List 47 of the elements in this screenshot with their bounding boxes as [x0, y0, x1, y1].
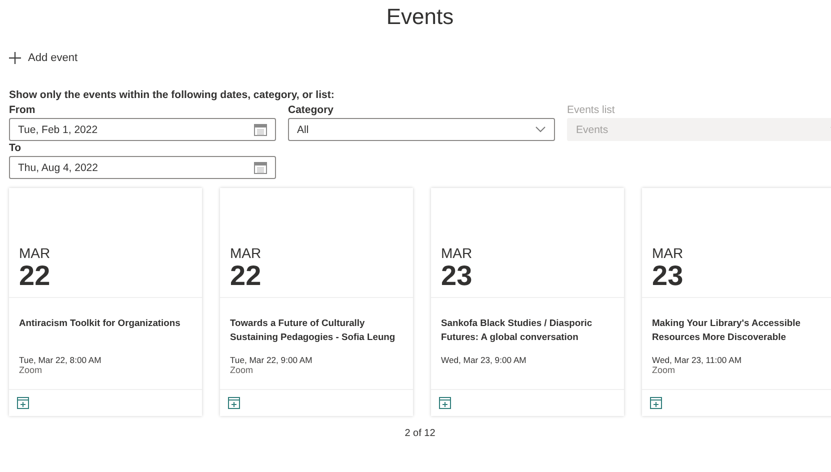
date-field[interactable]: Thu, Aug 4, 2022	[9, 156, 276, 179]
event-location: Zoom	[19, 365, 44, 375]
date-field[interactable]: Tue, Feb 1, 2022	[9, 118, 276, 141]
event-title: Sankofa Black Studies / Diasporic Futures: A global conversation	[441, 316, 594, 344]
add-to-calendar-button[interactable]	[228, 397, 240, 409]
calendar-icon	[254, 162, 267, 174]
event-month: MAR	[230, 246, 262, 261]
event-title: Making Your Library's Accessible Resources More Discoverable	[652, 316, 802, 344]
event-card[interactable]: MAR 22 Antiracism Toolkit for Organizations Tue, Mar 22, 8:00 AM Zoom	[9, 188, 202, 416]
dropdown: Events	[567, 118, 831, 141]
event-location: Zoom	[230, 365, 254, 375]
event-day: 23	[652, 261, 825, 291]
event-month: MAR	[441, 246, 474, 261]
field-label: Events list	[567, 103, 616, 118]
event-month: MAR	[19, 246, 52, 261]
plus-icon	[9, 52, 21, 64]
dropdown[interactable]: All	[288, 118, 555, 141]
add-to-calendar-button[interactable]	[650, 397, 662, 409]
event-time: Tue, Mar 22, 8:00 AM	[19, 355, 102, 365]
event-time: Wed, Mar 23, 9:00 AM	[441, 355, 528, 365]
event-day: 23	[441, 261, 614, 291]
calendar-plus-icon	[439, 397, 451, 409]
event-title: Towards a Future of Culturally Sustaining Pedagogies - Sofia Leung	[230, 316, 396, 344]
event-time: Tue, Mar 22, 9:00 AM	[230, 355, 314, 365]
add-event-button[interactable]: Add event	[9, 52, 78, 64]
event-card[interactable]: MAR 23 Sankofa Black Studies / Diasporic Futures: A global conversation Wed, Mar 23, 9:00 AM	[431, 188, 624, 416]
event-time: Wed, Mar 23, 11:00 AM	[652, 355, 742, 365]
event-location: Zoom	[652, 365, 676, 375]
field-label: From	[9, 103, 36, 118]
calendar-plus-icon	[228, 397, 240, 409]
event-card[interactable]: MAR 23 Making Your Library's Accessible Resources More Discoverable Wed, Mar 23, 11:00 AM Zoom	[642, 188, 831, 416]
add-to-calendar-button[interactable]	[17, 397, 29, 409]
page-indicator: 2 of 12	[404, 428, 436, 439]
add-to-calendar-button[interactable]	[439, 397, 451, 409]
calendar-plus-icon	[650, 397, 662, 409]
field-label: Category	[288, 103, 335, 118]
event-month: MAR	[652, 246, 684, 261]
event-day: 22	[19, 261, 192, 291]
event-title: Antiracism Toolkit for Organizations	[19, 316, 182, 330]
page-title: Events	[385, 3, 455, 31]
chevron-down-icon	[535, 126, 546, 133]
calendar-icon	[254, 124, 267, 136]
event-card[interactable]: MAR 22 Towards a Future of Culturally Sustaining Pedagogies - Sofia Leung Tue, Mar 22, 9:00 AM Zoom	[220, 188, 413, 416]
filter-heading: Show only the events within the following dates, category, or list:	[9, 89, 336, 101]
calendar-plus-icon	[17, 397, 29, 409]
event-day: 22	[230, 261, 403, 291]
field-label: To	[9, 141, 22, 156]
